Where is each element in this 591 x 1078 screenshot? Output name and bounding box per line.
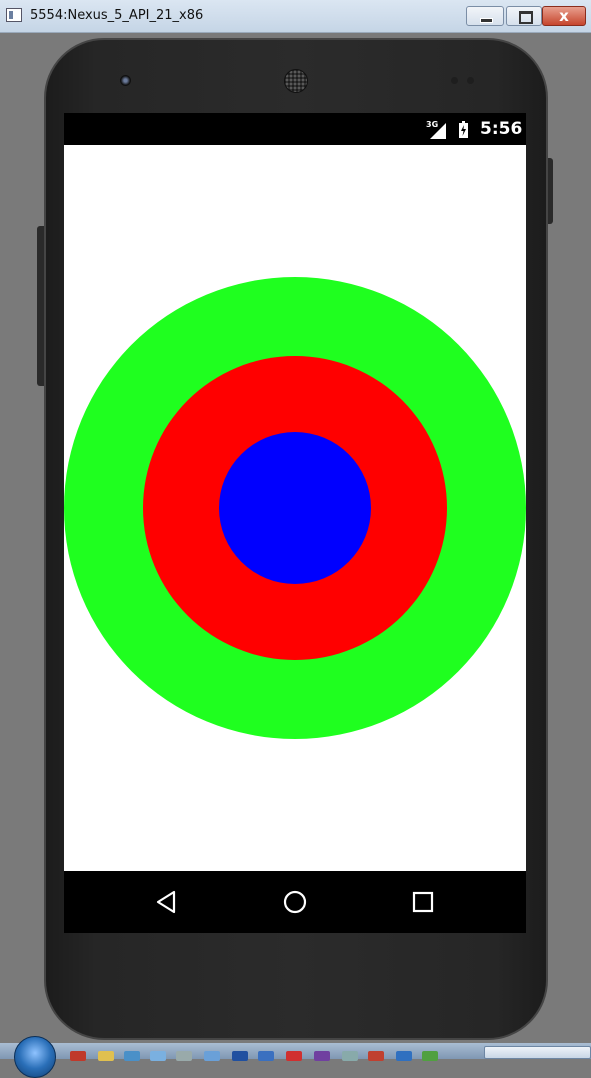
earpiece-speaker-icon — [284, 69, 308, 93]
taskbar-app-icon[interactable] — [124, 1051, 140, 1061]
light-sensor-icon — [467, 77, 474, 84]
taskbar-app-icon[interactable] — [176, 1051, 192, 1061]
navigation-bar — [64, 871, 526, 933]
inner-circle — [219, 432, 371, 584]
close-button[interactable]: x — [542, 6, 586, 26]
taskbar-active-window[interactable] — [484, 1046, 591, 1059]
taskbar-app-icon[interactable] — [314, 1051, 330, 1061]
cell-signal-icon — [430, 123, 446, 139]
proximity-sensor-icon — [451, 77, 458, 84]
windows-start-icon[interactable] — [14, 1036, 56, 1078]
home-circle-icon[interactable] — [278, 885, 312, 919]
recents-square-icon[interactable] — [406, 885, 440, 919]
back-triangle-icon[interactable] — [150, 885, 184, 919]
close-icon: x — [559, 7, 569, 25]
taskbar-app-icon[interactable] — [396, 1051, 412, 1061]
window-titlebar[interactable]: 5554:Nexus_5_API_21_x86 x — [0, 0, 591, 33]
taskbar-app-icon[interactable] — [368, 1051, 384, 1061]
taskbar-app-icon[interactable] — [422, 1051, 438, 1061]
front-camera-icon — [120, 75, 131, 86]
taskbar-app-icon[interactable] — [232, 1051, 248, 1061]
app-canvas[interactable] — [64, 145, 526, 871]
window-title: 5554:Nexus_5_API_21_x86 — [30, 8, 204, 23]
taskbar-app-icon[interactable] — [150, 1051, 166, 1061]
maximize-button[interactable] — [506, 6, 542, 26]
taskbar-app-icon[interactable] — [258, 1051, 274, 1061]
battery-charging-icon — [459, 121, 468, 138]
status-clock: 5:56 — [480, 119, 523, 139]
taskbar-app-icon[interactable] — [98, 1051, 114, 1061]
taskbar-app-icon[interactable] — [342, 1051, 358, 1061]
taskbar-app-icon[interactable] — [204, 1051, 220, 1061]
taskbar-app-icon[interactable] — [70, 1051, 86, 1061]
status-bar: 3G 5:56 — [64, 113, 526, 145]
device-screen[interactable]: 3G 5:56 — [64, 113, 526, 933]
volume-button[interactable] — [37, 226, 44, 386]
taskbar-app-icon[interactable] — [286, 1051, 302, 1061]
emulator-window-icon — [6, 8, 22, 22]
minimize-button[interactable] — [466, 6, 504, 26]
